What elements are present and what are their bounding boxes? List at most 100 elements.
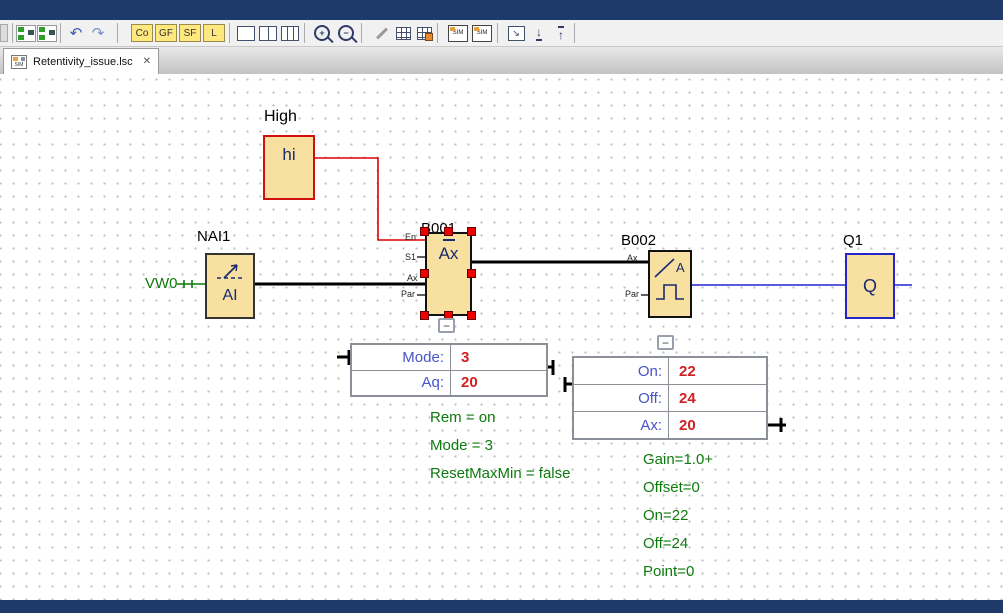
selection-handle-middle-right[interactable] [467, 269, 476, 278]
undo-button[interactable]: ↶ [66, 23, 86, 43]
annotation-line: Offset=0 [643, 474, 713, 502]
param-row: On: 22 [574, 358, 766, 385]
param-value: 20 [450, 371, 546, 396]
b001-pin-ax: Ax [407, 273, 418, 283]
application-window: ↶ ↷ Co GF SF L + − [0, 0, 1003, 613]
param-box-b002[interactable]: On: 22 Off: 24 Ax: 20 [572, 356, 768, 440]
annotation-line: Gain=1.0+ [643, 446, 713, 474]
wire-hi-to-b001-en[interactable] [315, 158, 425, 240]
b001-collapse-button[interactable]: − [438, 318, 455, 333]
connect-tool-button[interactable]: ↘ [506, 23, 526, 43]
param-value: 24 [668, 385, 766, 411]
b002-collapse-button[interactable]: − [657, 335, 674, 350]
simulation-button[interactable]: SIM [448, 23, 468, 43]
grid-button[interactable] [393, 23, 413, 43]
selection-handle-bottom-right[interactable] [467, 311, 476, 320]
minus-symbol [443, 239, 455, 241]
triple-window-button[interactable] [280, 23, 300, 43]
triple-window-icon [281, 26, 299, 41]
b001-pin-par: Par [401, 289, 415, 299]
annotation-line: ResetMaxMin = false [430, 460, 570, 488]
param-label: Aq: [352, 374, 450, 391]
zoom-out-button[interactable]: − [336, 23, 356, 43]
grid-icon [396, 27, 411, 40]
connect-tool-icon: ↘ [508, 26, 525, 41]
plus-glyph: + [319, 28, 324, 38]
block-hi[interactable]: hi [263, 135, 315, 200]
annotation-line: Rem = on [430, 404, 570, 432]
document-icon: SIM [11, 55, 27, 69]
download-icon: ↓ [536, 26, 542, 41]
toolbar-separator [60, 23, 61, 43]
corner-arrow-glyph: ↘ [512, 28, 520, 39]
annotation-line: On=22 [643, 502, 713, 530]
param-row: Off: 24 [574, 385, 766, 412]
tab-retentivity-issue[interactable]: SIM Retentivity_issue.lsc ✕ [3, 48, 159, 74]
hi-block-label: High [264, 108, 297, 126]
sim-badge: SIM [477, 30, 488, 36]
param-row: Aq: 20 [352, 371, 546, 396]
toolbar-separator [229, 23, 230, 43]
selection-handle-top-left[interactable] [420, 227, 429, 236]
zoom-in-button[interactable]: + [312, 23, 332, 43]
b002-label: B002 [621, 232, 656, 249]
annotation-line: Off=24 [643, 530, 713, 558]
title-bar [0, 0, 1003, 20]
q1-label: Q1 [843, 232, 863, 249]
library-gf-button[interactable]: GF [155, 24, 177, 42]
ai-source-label: VW0 [145, 275, 178, 292]
param-box-b001[interactable]: Mode: 3 Aq: 20 [350, 343, 548, 397]
pen-tool-button[interactable] [372, 23, 392, 43]
tab-title: Retentivity_issue.lsc [33, 56, 133, 68]
wire-layer [0, 74, 1003, 600]
selection-handle-top-middle[interactable] [444, 227, 453, 236]
hi-block-text: hi [282, 145, 295, 198]
new-diagram-icon[interactable] [37, 23, 57, 43]
download-button[interactable]: ↓ [529, 23, 549, 43]
param-value: 22 [668, 358, 766, 384]
toolbar-separator [437, 23, 438, 43]
close-icon[interactable]: ✕ [143, 56, 151, 67]
param-label: Ax: [574, 417, 668, 434]
undo-icon: ↶ [70, 26, 83, 41]
clipped-toolbar-button[interactable] [0, 24, 8, 42]
annotation-line: Mode = 3 [430, 432, 570, 460]
toolbar-separator [497, 23, 498, 43]
redo-button[interactable]: ↷ [88, 23, 108, 43]
block-b002[interactable]: A [648, 250, 692, 318]
window-layout-icon [237, 26, 255, 41]
split-window-button[interactable] [258, 23, 278, 43]
param-value: 20 [668, 412, 766, 438]
diagram-canvas[interactable]: High hi NAI1 VW0 AI B001 Ax En S1 Ax Par [0, 74, 1003, 600]
selection-handle-top-right[interactable] [467, 227, 476, 236]
param-label: On: [574, 363, 668, 380]
online-test-button[interactable]: SIM [472, 23, 492, 43]
library-sf-button[interactable]: SF [179, 24, 201, 42]
pen-icon [376, 27, 388, 39]
upload-button[interactable]: ↑ [551, 23, 571, 43]
block-q1[interactable]: Q [845, 253, 895, 319]
block-b001[interactable]: Ax [425, 232, 472, 316]
library-l-button[interactable]: L [203, 24, 225, 42]
analog-threshold-symbol: A [650, 255, 690, 311]
open-diagram-icon[interactable] [16, 23, 36, 43]
grid-snap-icon [417, 27, 432, 40]
b001-pin-s1: S1 [405, 252, 416, 262]
b002-pin-par: Par [625, 289, 639, 299]
toolbar-separator [574, 23, 575, 43]
tab-bar: SIM Retentivity_issue.lsc ✕ [0, 47, 1003, 74]
param-row: Mode: 3 [352, 345, 546, 371]
param-value: 3 [450, 345, 546, 370]
selection-handle-bottom-left[interactable] [420, 311, 429, 320]
toolbar-separator [361, 23, 362, 43]
library-co-button[interactable]: Co [131, 24, 153, 42]
block-ai[interactable]: AI [205, 253, 255, 319]
param-connector-b002 [768, 418, 786, 432]
grid-snap-button[interactable] [414, 23, 434, 43]
selection-handle-middle-left[interactable] [420, 269, 429, 278]
single-window-button[interactable] [236, 23, 256, 43]
param-connector-link [548, 360, 572, 392]
param-label: Mode: [352, 349, 450, 366]
toolbar-separator [117, 23, 118, 43]
upload-icon: ↑ [558, 26, 564, 41]
